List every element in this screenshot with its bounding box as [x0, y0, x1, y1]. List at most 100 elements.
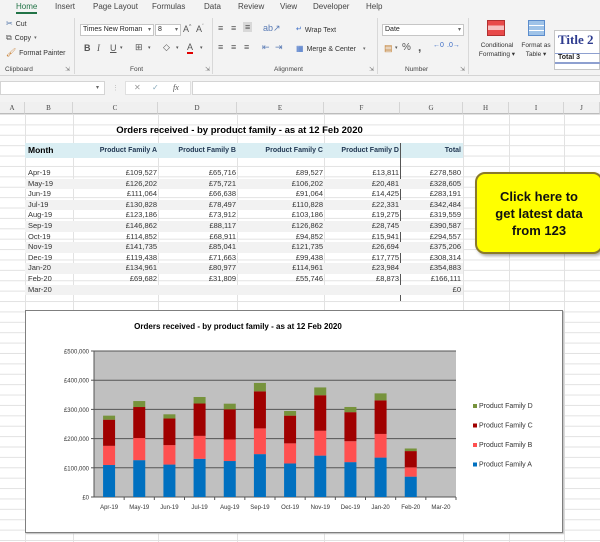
bar-segment-product-family-a[interactable] — [133, 460, 146, 497]
value-cell[interactable]: £91,064 — [296, 189, 323, 200]
font-size-dropdown[interactable]: 8 ▾ — [155, 24, 181, 36]
number-format-dropdown[interactable]: Date ▾ — [382, 24, 464, 36]
align-middle-icon[interactable]: ≡ — [231, 23, 236, 33]
chevron-down-icon[interactable]: ▾ — [200, 45, 203, 51]
merge-center-button[interactable]: ▦ Merge & Center ▾ — [296, 44, 366, 54]
font-launcher-icon[interactable]: ⇲ — [205, 66, 210, 73]
bar-segment-product-family-c[interactable] — [404, 451, 417, 468]
formula-input[interactable] — [192, 81, 600, 95]
value-cell[interactable]: £71,663 — [209, 253, 236, 264]
bar-segment-product-family-c[interactable] — [314, 395, 327, 431]
bar-segment-product-family-b[interactable] — [193, 435, 206, 459]
bar-segment-product-family-b[interactable] — [253, 428, 266, 455]
bar-segment-product-family-a[interactable] — [344, 462, 357, 497]
align-top-icon[interactable]: ≡ — [218, 23, 223, 33]
value-cell[interactable]: £134,961 — [126, 263, 157, 274]
value-cell[interactable]: £319,559 — [430, 210, 461, 221]
value-cell[interactable]: £114,852 — [126, 232, 157, 243]
bar-segment-product-family-d[interactable] — [404, 448, 417, 452]
value-cell[interactable]: £294,557 — [430, 232, 461, 243]
bar-segment-product-family-d[interactable] — [344, 406, 357, 413]
value-cell[interactable]: £123,186 — [126, 210, 157, 221]
bar-segment-product-family-d[interactable] — [223, 403, 236, 410]
splitter-icon[interactable]: ⋮ — [112, 84, 119, 92]
bar-segment-product-family-d[interactable] — [103, 415, 116, 420]
value-cell[interactable]: £31,809 — [209, 274, 236, 285]
bar-segment-product-family-a[interactable] — [404, 476, 417, 497]
decrease-font-icon[interactable]: Aˇ — [196, 24, 204, 34]
column-header-i[interactable]: I — [509, 102, 564, 114]
value-cell[interactable]: £14,425 — [372, 189, 399, 200]
bar-segment-product-family-a[interactable] — [223, 461, 236, 497]
bar-segment-product-family-b[interactable] — [103, 445, 116, 466]
conditional-formatting-button[interactable]: Conditional Formatting ▾ — [475, 18, 519, 64]
value-cell[interactable]: £354,883 — [430, 263, 461, 274]
cell-style-total[interactable]: Total 3 — [555, 53, 600, 64]
bar-segment-product-family-c[interactable] — [374, 400, 387, 434]
value-cell[interactable]: £75,721 — [209, 179, 236, 190]
percent-button[interactable]: % — [402, 42, 411, 53]
cut-button[interactable]: ✂ Cut — [6, 19, 27, 29]
bar-segment-product-family-b[interactable] — [344, 441, 357, 463]
value-cell[interactable]: £126,862 — [292, 221, 323, 232]
currency-icon[interactable]: ▤ — [384, 43, 393, 54]
bar-segment-product-family-c[interactable] — [163, 418, 176, 446]
tab-review[interactable]: Review — [238, 2, 264, 11]
value-cell[interactable]: £146,862 — [126, 221, 157, 232]
value-cell[interactable]: £0 — [453, 285, 461, 296]
bar-segment-product-family-b[interactable] — [133, 438, 146, 461]
tab-insert[interactable]: Insert — [55, 2, 75, 11]
value-cell[interactable]: £19,275 — [372, 210, 399, 221]
month-cell[interactable]: Apr-19 — [28, 168, 51, 179]
align-bottom-icon[interactable]: ≡ — [243, 22, 253, 32]
bar-segment-product-family-a[interactable] — [193, 458, 206, 497]
name-box[interactable]: ▾ — [0, 81, 105, 95]
value-cell[interactable]: £15,941 — [372, 232, 399, 243]
month-cell[interactable]: Sep-19 — [28, 221, 52, 232]
value-cell[interactable]: £278,580 — [430, 168, 461, 179]
insert-function-icon[interactable]: fx — [173, 83, 179, 92]
value-cell[interactable]: £109,527 — [126, 168, 157, 179]
bar-segment-product-family-a[interactable] — [163, 464, 176, 497]
month-cell[interactable]: Jun-19 — [28, 189, 51, 200]
bar-segment-product-family-b[interactable] — [314, 430, 327, 456]
chevron-down-icon[interactable]: ▾ — [176, 45, 179, 51]
value-cell[interactable]: £166,111 — [431, 274, 461, 285]
decrease-decimal-icon[interactable]: .0→ — [447, 42, 460, 49]
bar-segment-product-family-a[interactable] — [284, 463, 297, 497]
increase-font-icon[interactable]: A^ — [183, 24, 191, 34]
value-cell[interactable]: £114,961 — [292, 263, 323, 274]
value-cell[interactable]: £111,064 — [127, 189, 157, 200]
month-cell[interactable]: May-19 — [28, 179, 53, 190]
column-header-e[interactable]: E — [237, 102, 324, 114]
bar-segment-product-family-c[interactable] — [253, 391, 266, 429]
bar-segment-product-family-d[interactable] — [133, 401, 146, 408]
column-header-a[interactable]: A — [0, 102, 25, 114]
value-cell[interactable]: £328,605 — [430, 179, 461, 190]
fill-color-icon[interactable]: ◇ — [163, 42, 170, 53]
bar-segment-product-family-a[interactable] — [253, 454, 266, 497]
cell-style-title[interactable]: Title 2 — [558, 32, 594, 48]
cancel-icon[interactable]: ✕ — [134, 83, 141, 92]
underline-button[interactable]: U — [110, 43, 117, 53]
chart[interactable]: Orders received - by product family - as… — [25, 310, 563, 533]
bold-button[interactable]: B — [84, 43, 91, 53]
bar-segment-product-family-d[interactable] — [163, 414, 176, 419]
value-cell[interactable]: £13,811 — [372, 168, 399, 179]
tab-home[interactable]: Home — [16, 2, 38, 14]
bar-segment-product-family-c[interactable] — [284, 415, 297, 444]
month-cell[interactable]: Dec-19 — [28, 253, 52, 264]
value-cell[interactable]: £119,438 — [126, 253, 157, 264]
value-cell[interactable]: £375,206 — [430, 242, 461, 253]
borders-icon[interactable]: ⊞ — [135, 42, 143, 53]
column-header-g[interactable]: G — [400, 102, 463, 114]
align-right-icon[interactable]: ≡ — [244, 42, 249, 52]
chevron-down-icon[interactable]: ▾ — [120, 45, 123, 51]
clipboard-launcher-icon[interactable]: ⇲ — [65, 66, 70, 73]
font-color-icon[interactable]: A — [187, 42, 194, 54]
comma-button[interactable]: , — [418, 40, 421, 54]
tab-page-layout[interactable]: Page Layout — [93, 2, 138, 11]
column-header-c[interactable]: C — [73, 102, 158, 114]
bar-segment-product-family-a[interactable] — [374, 457, 387, 497]
column-header-h[interactable]: H — [463, 102, 509, 114]
